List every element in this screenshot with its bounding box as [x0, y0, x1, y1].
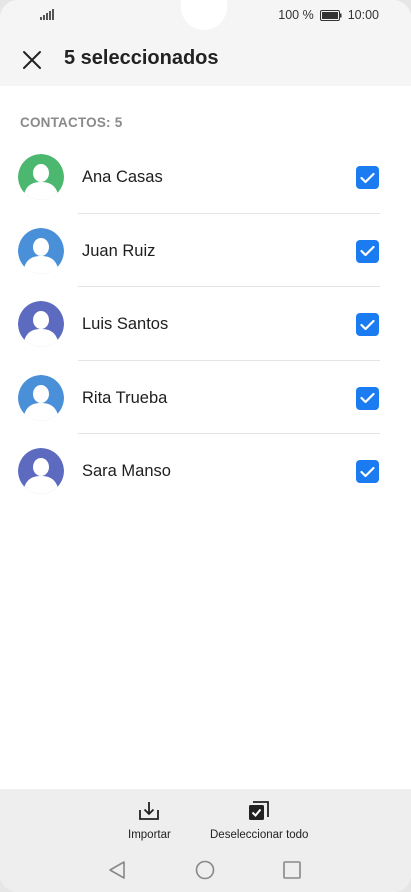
person-icon — [18, 227, 64, 274]
deselect-all-label: Deseleccionar todo — [210, 829, 309, 841]
avatar — [18, 374, 64, 421]
section-header: CONTACTOS: 5 — [20, 115, 123, 130]
checkmark-icon — [360, 245, 375, 257]
signal-icon — [40, 9, 54, 20]
screen: 100 % 10:00 5 seleccionados CONTACTOS: 5… — [0, 0, 411, 892]
checkmark-icon — [360, 466, 375, 477]
avatar — [18, 448, 64, 494]
battery-percentage: 100 % — [278, 8, 314, 22]
person-icon — [18, 154, 64, 200]
checkmark-icon — [360, 172, 375, 183]
navigation-bar — [0, 860, 411, 884]
deselect-all-icon — [249, 801, 270, 820]
status-bar: 100 % 10:00 — [0, 0, 411, 34]
person-icon — [18, 374, 64, 421]
checkbox[interactable] — [356, 460, 379, 483]
contact-name: Rita Trueba — [82, 388, 168, 407]
contact-row[interactable]: Juan Ruiz — [0, 214, 411, 287]
checkbox[interactable] — [356, 166, 379, 189]
contact-list: Ana Casas Juan Ruiz Luis Santos Rita Tru… — [0, 140, 411, 508]
bottom-action-bar: Importar Deseleccionar todo — [0, 789, 411, 892]
contact-row[interactable]: Luis Santos — [0, 287, 411, 361]
recent-apps-icon[interactable] — [283, 860, 301, 880]
camera-notch — [181, 0, 227, 30]
contact-row[interactable]: Rita Trueba — [0, 361, 411, 434]
person-icon — [18, 301, 64, 347]
battery-icon — [319, 9, 342, 21]
contact-row[interactable]: Ana Casas — [0, 140, 411, 214]
checkbox[interactable] — [356, 386, 379, 410]
clock: 10:00 — [347, 8, 379, 22]
contact-name: Ana Casas — [82, 168, 163, 186]
checkmark-icon — [360, 319, 375, 330]
avatar — [18, 301, 64, 347]
close-icon[interactable] — [20, 48, 44, 72]
person-icon — [18, 448, 64, 494]
back-icon[interactable] — [108, 860, 126, 880]
avatar — [18, 227, 64, 274]
page-title: 5 seleccionados — [64, 47, 219, 69]
avatar — [18, 154, 64, 200]
contact-name: Sara Manso — [82, 462, 171, 480]
checkmark-icon — [360, 392, 375, 404]
contact-name: Luis Santos — [82, 315, 169, 333]
contact-name: Juan Ruiz — [82, 241, 156, 260]
checkbox[interactable] — [356, 313, 379, 336]
import-icon — [139, 802, 160, 820]
contact-row[interactable]: Sara Manso — [0, 434, 411, 508]
app-bar: 5 seleccionados — [0, 34, 411, 86]
deselect-all-button[interactable]: Deseleccionar todo — [210, 799, 308, 841]
import-label: Importar — [128, 829, 171, 841]
import-button[interactable]: Importar — [128, 799, 171, 841]
checkbox[interactable] — [356, 239, 379, 263]
home-icon[interactable] — [195, 860, 215, 880]
